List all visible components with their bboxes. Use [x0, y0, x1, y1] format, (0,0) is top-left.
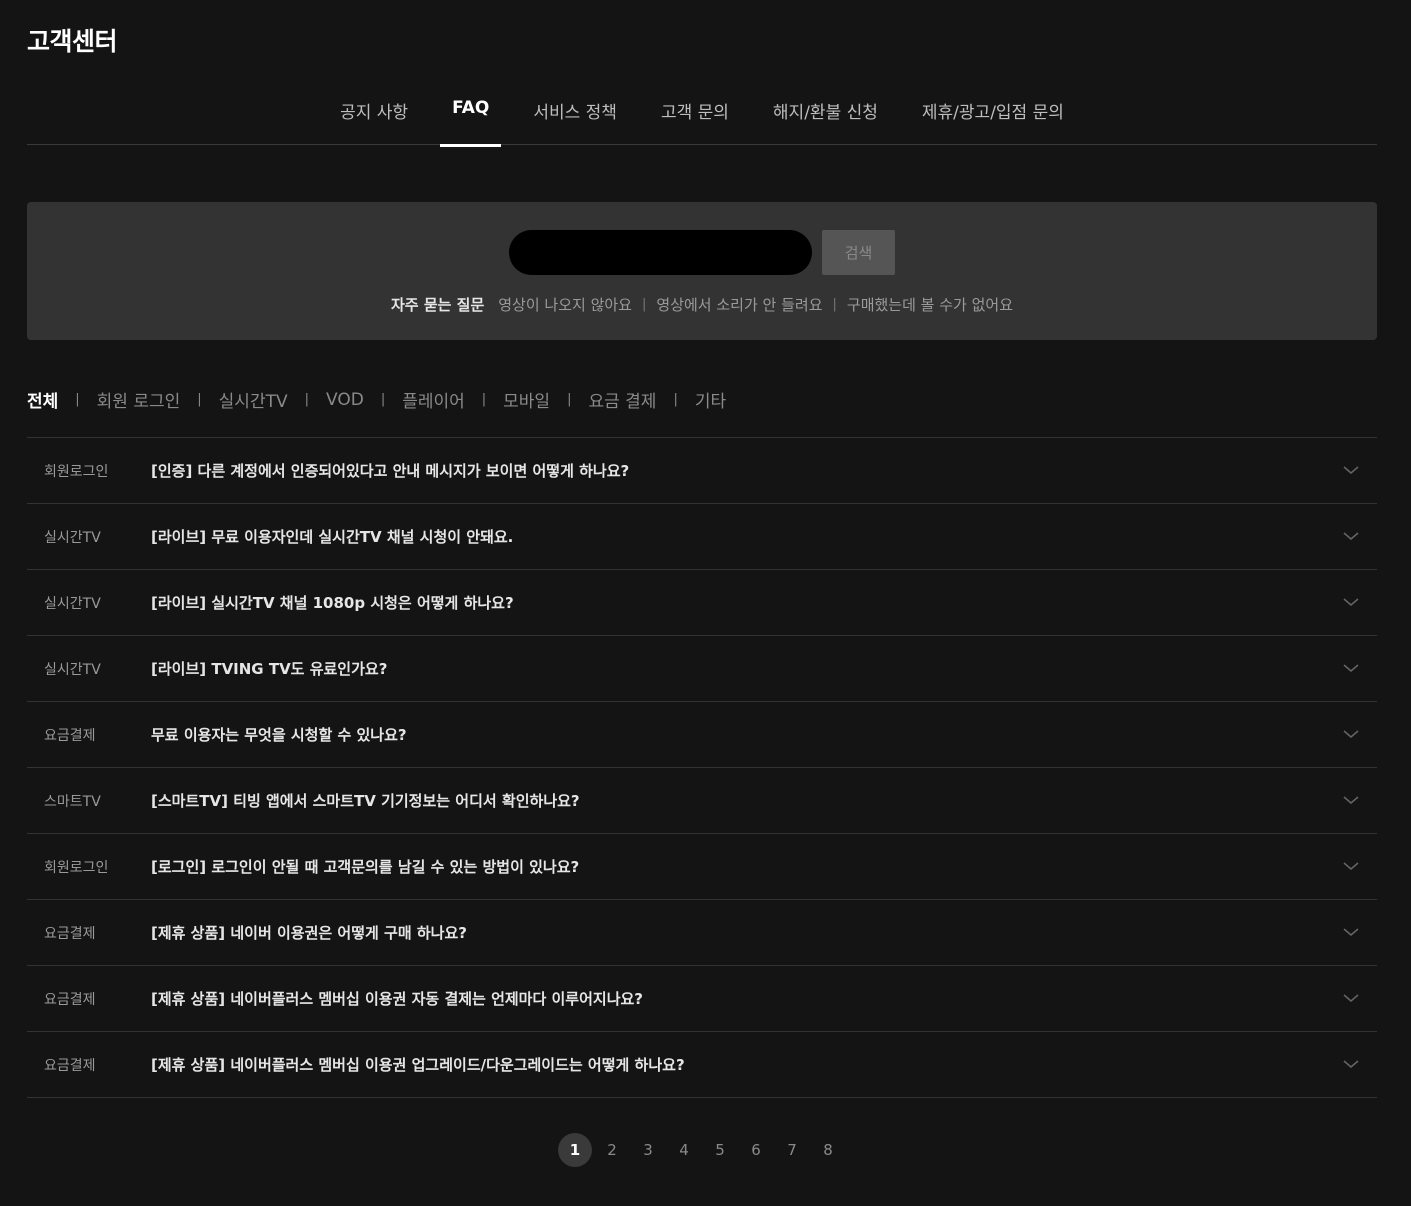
category-member-login[interactable]: 회원 로그인 — [97, 387, 181, 412]
chevron-down-icon[interactable] — [1343, 990, 1359, 1006]
faq-item-category: 실시간TV — [44, 595, 101, 612]
faq-item[interactable]: 요금결제 [제휴 상품] 네이버플러스 멤버십 이용권 자동 결제는 언제마다 … — [27, 966, 1377, 1032]
faq-item-category: 요금결제 — [44, 991, 96, 1008]
category-live-tv[interactable]: 실시간TV — [219, 387, 288, 412]
tab-faq[interactable]: FAQ — [439, 88, 502, 147]
page-button[interactable]: 2 — [594, 1133, 630, 1167]
category-separator: | — [197, 392, 202, 407]
tab-customer-inquiry[interactable]: 고객 문의 — [661, 88, 729, 145]
chevron-down-icon[interactable] — [1343, 1056, 1359, 1072]
quick-faq-separator: | — [642, 297, 647, 312]
faq-item[interactable]: 실시간TV [라이브] 실시간TV 채널 1080p 시청은 어떻게 하나요? — [27, 570, 1377, 636]
faq-item-category: 요금결제 — [44, 727, 96, 744]
top-tab-bar: 공지 사항 FAQ 서비스 정책 고객 문의 해지/환불 신청 제휴/광고/입점… — [27, 88, 1377, 147]
faq-item-question[interactable]: [제휴 상품] 네이버 이용권은 어떻게 구매 하나요? — [151, 922, 467, 943]
quick-faq-bar: 자주 묻는 질문 영상이 나오지 않아요 | 영상에서 소리가 안 들려요 | … — [27, 294, 1377, 315]
page-button[interactable]: 5 — [702, 1133, 738, 1167]
faq-item-category: 요금결제 — [44, 925, 96, 942]
faq-item-category: 실시간TV — [44, 661, 101, 678]
chevron-down-icon[interactable] — [1343, 726, 1359, 742]
faq-item-category: 요금결제 — [44, 1057, 96, 1074]
faq-item[interactable]: 스마트TV [스마트TV] 티빙 앱에서 스마트TV 기기정보는 어디서 확인하… — [27, 768, 1377, 834]
category-separator: | — [673, 392, 678, 407]
faq-item-question[interactable]: [스마트TV] 티빙 앱에서 스마트TV 기기정보는 어디서 확인하나요? — [151, 790, 580, 811]
faq-item[interactable]: 회원로그인 [로그인] 로그인이 안될 때 고객문의를 남길 수 있는 방법이 … — [27, 834, 1377, 900]
category-etc[interactable]: 기타 — [695, 387, 726, 412]
search-input[interactable] — [509, 230, 812, 275]
faq-item[interactable]: 회원로그인 [인증] 다른 계정에서 인증되어있다고 안내 메시지가 보이면 어… — [27, 438, 1377, 504]
quick-faq-link[interactable]: 영상이 나오지 않아요 — [498, 294, 632, 315]
faq-item-category: 스마트TV — [44, 793, 101, 810]
faq-item-question[interactable]: [제휴 상품] 네이버플러스 멤버십 이용권 업그레이드/다운그레이드는 어떻게… — [151, 1054, 685, 1075]
tab-cancel-refund[interactable]: 해지/환불 신청 — [773, 88, 878, 145]
chevron-down-icon[interactable] — [1343, 924, 1359, 940]
faq-item-question[interactable]: [라이브] 무료 이용자인데 실시간TV 채널 시청이 안돼요. — [151, 526, 513, 547]
chevron-down-icon[interactable] — [1343, 792, 1359, 808]
category-separator: | — [380, 392, 386, 407]
faq-item[interactable]: 요금결제 [제휴 상품] 네이버 이용권은 어떻게 구매 하나요? — [27, 900, 1377, 966]
quick-faq-separator: | — [832, 297, 837, 312]
category-separator: | — [481, 392, 487, 407]
chevron-down-icon[interactable] — [1343, 858, 1359, 874]
page-button[interactable]: 7 — [774, 1133, 810, 1167]
chevron-down-icon[interactable] — [1343, 528, 1359, 544]
category-player[interactable]: 플레이어 — [402, 387, 465, 412]
search-panel: 검색 자주 묻는 질문 영상이 나오지 않아요 | 영상에서 소리가 안 들려요… — [27, 202, 1377, 340]
category-mobile[interactable]: 모바일 — [503, 387, 550, 412]
faq-item[interactable]: 요금결제 무료 이용자는 무엇을 시청할 수 있나요? — [27, 702, 1377, 768]
tab-service-policy[interactable]: 서비스 정책 — [533, 88, 617, 145]
category-separator: | — [304, 392, 309, 407]
quick-faq-link[interactable]: 구매했는데 볼 수가 없어요 — [847, 294, 1013, 315]
quick-faq-link[interactable]: 영상에서 소리가 안 들려요 — [656, 294, 822, 315]
page-button[interactable]: 6 — [738, 1133, 774, 1167]
page-button[interactable]: 8 — [810, 1133, 846, 1167]
search-button[interactable]: 검색 — [822, 230, 895, 275]
chevron-down-icon[interactable] — [1343, 594, 1359, 610]
category-separator: | — [75, 392, 80, 407]
faq-item-question[interactable]: 무료 이용자는 무엇을 시청할 수 있나요? — [151, 724, 407, 745]
category-filter-bar: 전체 | 회원 로그인 | 실시간TV | VOD | 플레이어 | 모바일 |… — [27, 387, 726, 413]
page-button[interactable]: 3 — [630, 1133, 666, 1167]
faq-list: 회원로그인 [인증] 다른 계정에서 인증되어있다고 안내 메시지가 보이면 어… — [27, 437, 1377, 1098]
faq-item-category: 회원로그인 — [44, 463, 109, 480]
faq-item-question[interactable]: [인증] 다른 계정에서 인증되어있다고 안내 메시지가 보이면 어떻게 하나요… — [151, 460, 629, 481]
faq-item-question[interactable]: [라이브] 실시간TV 채널 1080p 시청은 어떻게 하나요? — [151, 592, 514, 613]
pagination: 1 2 3 4 5 6 7 8 — [558, 1133, 846, 1167]
chevron-down-icon[interactable] — [1343, 462, 1359, 478]
category-all[interactable]: 전체 — [27, 387, 58, 412]
page-button-current[interactable]: 1 — [558, 1133, 592, 1167]
faq-item-category: 실시간TV — [44, 529, 101, 546]
category-separator: | — [567, 392, 572, 407]
tab-partnership-inquiry[interactable]: 제휴/광고/입점 문의 — [922, 88, 1064, 145]
quick-faq-title: 자주 묻는 질문 — [391, 296, 485, 314]
faq-item-question[interactable]: [로그인] 로그인이 안될 때 고객문의를 남길 수 있는 방법이 있나요? — [151, 856, 579, 877]
category-vod[interactable]: VOD — [326, 390, 364, 410]
page-title: 고객센터 — [27, 27, 118, 56]
faq-item[interactable]: 실시간TV [라이브] TVING TV도 유료인가요? — [27, 636, 1377, 702]
category-payment[interactable]: 요금 결제 — [588, 387, 656, 412]
faq-item[interactable]: 실시간TV [라이브] 무료 이용자인데 실시간TV 채널 시청이 안돼요. — [27, 504, 1377, 570]
faq-item-question[interactable]: [라이브] TVING TV도 유료인가요? — [151, 658, 387, 679]
page-button[interactable]: 4 — [666, 1133, 702, 1167]
chevron-down-icon[interactable] — [1343, 660, 1359, 676]
faq-item-category: 회원로그인 — [44, 859, 109, 876]
faq-item[interactable]: 요금결제 [제휴 상품] 네이버플러스 멤버십 이용권 업그레이드/다운그레이드… — [27, 1032, 1377, 1098]
tab-notice[interactable]: 공지 사항 — [340, 88, 408, 145]
faq-item-question[interactable]: [제휴 상품] 네이버플러스 멤버십 이용권 자동 결제는 언제마다 이루어지나… — [151, 988, 643, 1009]
